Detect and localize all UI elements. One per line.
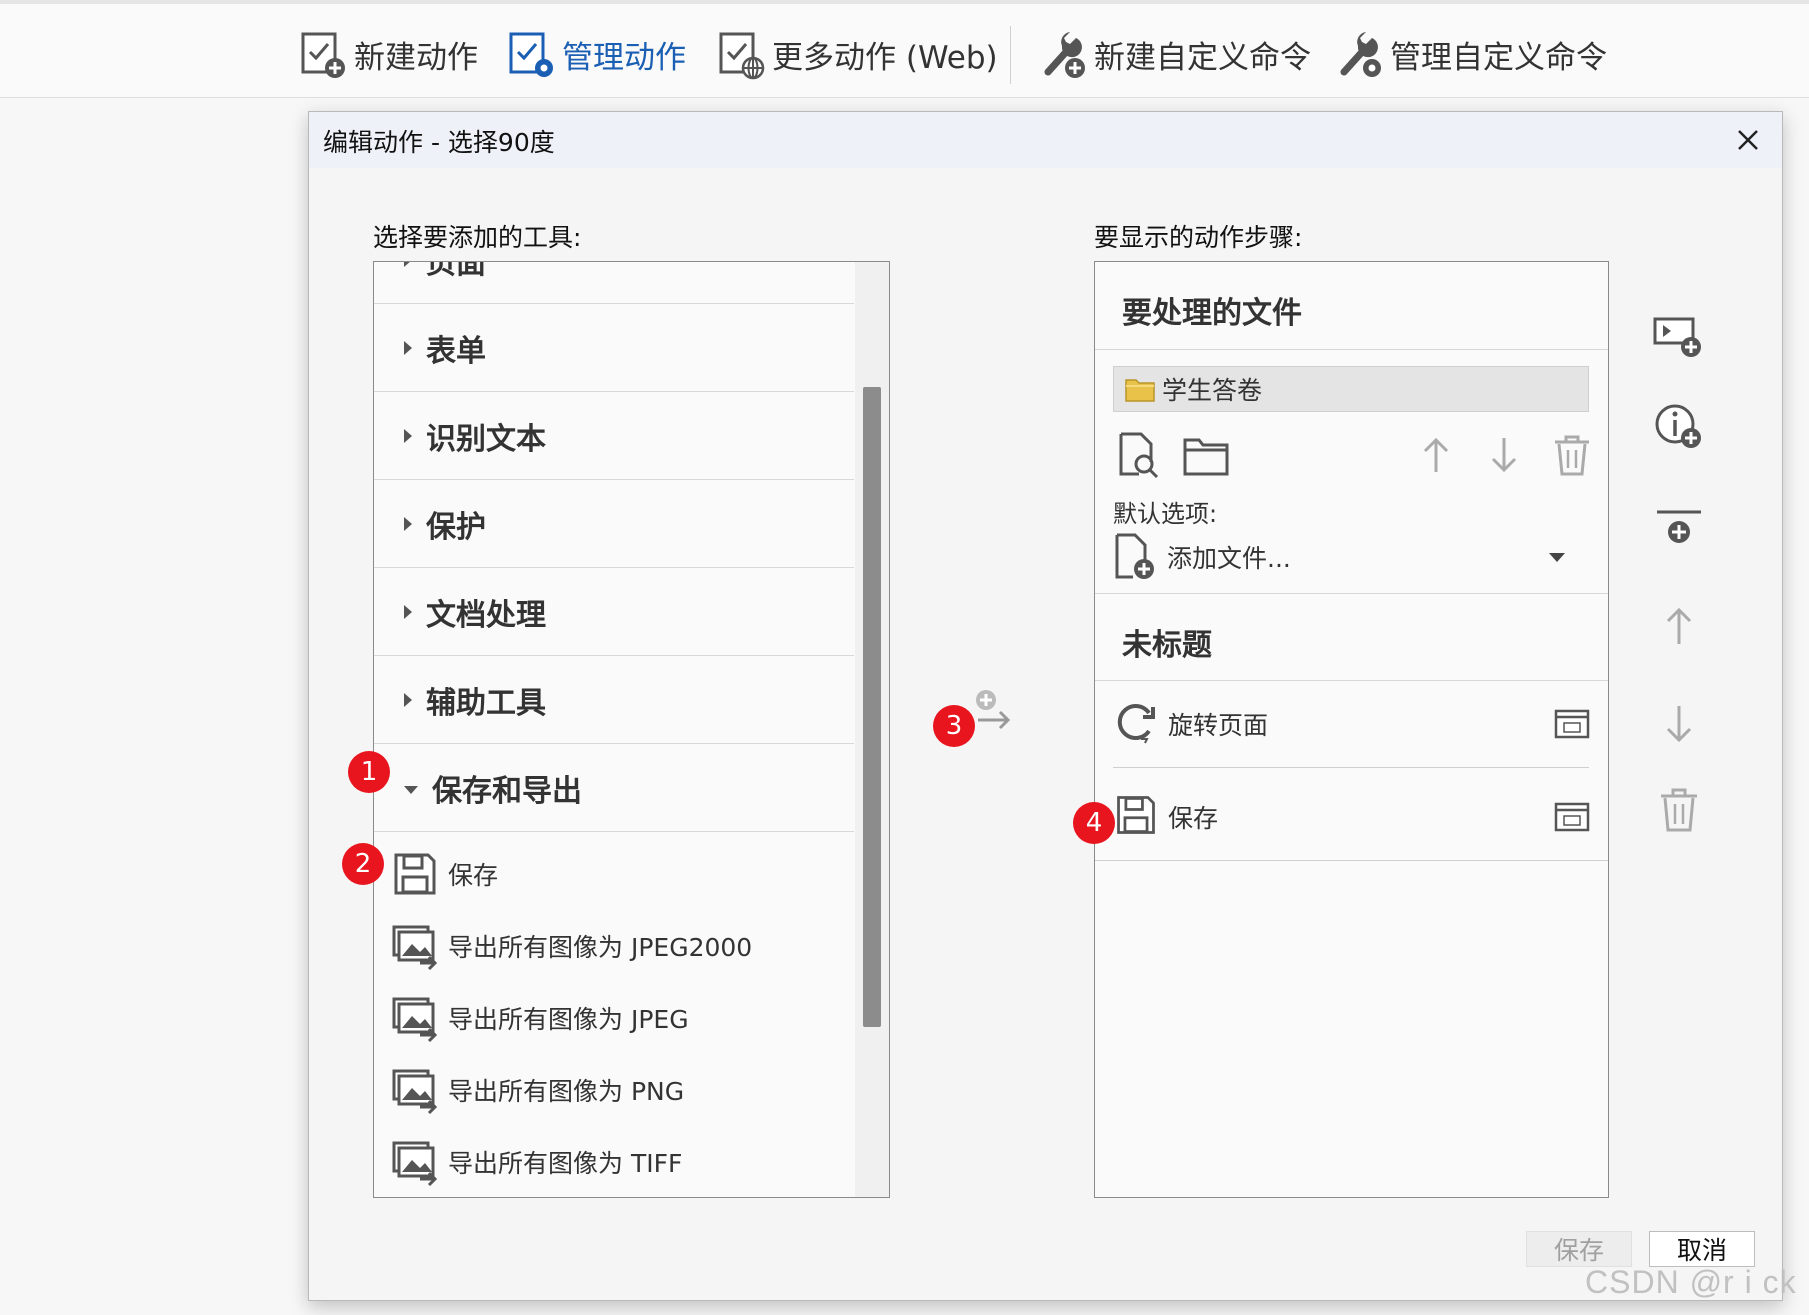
collapse-arrow-icon bbox=[404, 785, 418, 794]
annotation-badge-2: 2 bbox=[342, 843, 384, 885]
step-divider bbox=[1095, 860, 1608, 861]
dialog-ok-icon[interactable] bbox=[1554, 709, 1590, 739]
export-image-icon bbox=[392, 925, 438, 971]
annotation-badge-1: 1 bbox=[348, 751, 390, 793]
new-custom-command-button[interactable]: 新建自定义命令 bbox=[1040, 26, 1311, 82]
expand-arrow-icon bbox=[404, 428, 412, 443]
tool-export-png[interactable]: 导出所有图像为 PNG bbox=[390, 1060, 850, 1120]
tool-export-jpeg2000[interactable]: 导出所有图像为 JPEG2000 bbox=[390, 916, 850, 976]
add-panel-separator-button[interactable] bbox=[1651, 504, 1707, 560]
manage-custom-command-label: 管理自定义命令 bbox=[1390, 39, 1607, 76]
category-save-and-export[interactable]: 保存和导出 bbox=[374, 744, 854, 832]
step-save[interactable]: 保存 bbox=[1095, 774, 1608, 860]
tools-pane-label: 选择要添加的工具: bbox=[373, 223, 582, 252]
export-image-icon bbox=[392, 997, 438, 1043]
export-image-icon bbox=[392, 1141, 438, 1187]
folder-outline-icon bbox=[1183, 438, 1229, 476]
watermark: CSDN @r i ck bbox=[1585, 1264, 1797, 1300]
tool-export-jpeg[interactable]: 导出所有图像为 JPEG bbox=[390, 988, 850, 1048]
save-icon bbox=[1117, 796, 1155, 834]
new-custom-command-icon bbox=[1044, 32, 1085, 78]
add-file-icon bbox=[1115, 533, 1154, 579]
expand-arrow-icon bbox=[404, 516, 412, 531]
close-button[interactable] bbox=[1728, 120, 1768, 160]
action-steps-list: 要处理的文件 学生答卷 默认选项: 添加文件... 未标题 旋转页面 保存 bbox=[1094, 261, 1609, 1198]
close-icon bbox=[1738, 130, 1758, 150]
top-toolbar: 新建动作 管理动作 更多动作 (Web) 新建自定义命令 管理自定义命令 bbox=[0, 0, 1809, 98]
rotate-page-icon bbox=[1117, 704, 1155, 744]
arrow-down-icon bbox=[1491, 438, 1517, 473]
expand-arrow-icon bbox=[404, 692, 412, 707]
toolbar-separator bbox=[1010, 26, 1011, 84]
more-actions-web-icon bbox=[719, 32, 765, 80]
folder-icon bbox=[1125, 379, 1155, 402]
files-section-header: 要处理的文件 bbox=[1095, 262, 1608, 350]
move-step-up-button[interactable] bbox=[1651, 598, 1707, 654]
manage-custom-command-icon bbox=[1340, 32, 1381, 77]
arrow-up-icon bbox=[1423, 437, 1449, 472]
manage-actions-icon bbox=[509, 32, 553, 77]
annotation-badge-3: 3 bbox=[933, 705, 975, 747]
save-icon bbox=[394, 853, 436, 895]
manage-actions-button[interactable]: 管理动作 bbox=[508, 26, 686, 82]
annotation-badge-4: 4 bbox=[1073, 802, 1115, 844]
file-delete-button[interactable] bbox=[1547, 430, 1597, 480]
untitled-section-header: 未标题 bbox=[1095, 593, 1608, 681]
browse-file-button[interactable] bbox=[1113, 430, 1163, 480]
category-pages[interactable]: 页面 bbox=[374, 262, 854, 304]
move-step-down-button[interactable] bbox=[1651, 696, 1707, 752]
insert-instruction-step-button[interactable] bbox=[1651, 309, 1707, 365]
expand-arrow-icon bbox=[404, 262, 412, 267]
export-image-icon bbox=[392, 1069, 438, 1115]
dialog-ok-icon[interactable] bbox=[1554, 802, 1590, 832]
new-action-icon bbox=[301, 32, 345, 78]
insert-step-icon bbox=[1653, 317, 1701, 357]
untitled-section-title: 未标题 bbox=[1122, 628, 1212, 663]
folder-item[interactable]: 学生答卷 bbox=[1113, 366, 1589, 412]
manage-custom-command-button[interactable]: 管理自定义命令 bbox=[1336, 26, 1607, 82]
file-search-icon bbox=[1119, 432, 1159, 479]
category-accessibility[interactable]: 辅助工具 bbox=[374, 656, 854, 744]
new-action-button[interactable]: 新建动作 bbox=[300, 26, 478, 82]
default-options-label: 默认选项: bbox=[1113, 500, 1218, 528]
category-document-processing[interactable]: 文档处理 bbox=[374, 568, 854, 656]
expand-arrow-icon bbox=[404, 340, 412, 355]
expand-arrow-icon bbox=[404, 604, 412, 619]
tool-export-tiff[interactable]: 导出所有图像为 TIFF bbox=[390, 1132, 850, 1192]
category-protect[interactable]: 保护 bbox=[374, 480, 854, 568]
manage-actions-label: 管理动作 bbox=[562, 39, 686, 76]
steps-pane-label: 要显示的动作步骤: bbox=[1094, 223, 1303, 252]
trash-icon bbox=[1555, 435, 1589, 476]
file-move-up-button[interactable] bbox=[1411, 430, 1461, 480]
cancel-button[interactable]: 取消 bbox=[1649, 1231, 1755, 1267]
tool-save[interactable]: 保存 bbox=[390, 844, 850, 904]
delete-step-button[interactable] bbox=[1651, 782, 1707, 838]
arrow-up-icon bbox=[1666, 607, 1692, 644]
trash-icon bbox=[1661, 788, 1697, 832]
file-move-down-button[interactable] bbox=[1479, 430, 1529, 480]
tool-list[interactable]: 页面 表单 识别文本 保护 文档处理 辅助工具 保存和导出 保存 导出所有图像为… bbox=[373, 261, 890, 1198]
dialog-title-bar: 编辑动作 - 选择90度 bbox=[309, 112, 1782, 168]
more-actions-web-button[interactable]: 更多动作 (Web) bbox=[718, 26, 998, 82]
category-ocr[interactable]: 识别文本 bbox=[374, 392, 854, 480]
arrow-down-icon bbox=[1666, 706, 1692, 743]
tool-list-scrollbar[interactable] bbox=[855, 262, 889, 1197]
add-separator-icon bbox=[1657, 510, 1701, 543]
step-rotate-page[interactable]: 旋转页面 bbox=[1095, 681, 1608, 767]
category-forms[interactable]: 表单 bbox=[374, 304, 854, 392]
new-custom-command-label: 新建自定义命令 bbox=[1094, 39, 1311, 76]
new-action-label: 新建动作 bbox=[354, 39, 478, 76]
dialog-title: 编辑动作 - 选择90度 bbox=[323, 128, 555, 157]
edit-action-dialog: 编辑动作 - 选择90度 选择要添加的工具: 要显示的动作步骤: 页面 表单 识… bbox=[308, 111, 1783, 1301]
scroll-thumb[interactable] bbox=[863, 387, 881, 1027]
chevron-down-icon bbox=[1549, 552, 1565, 562]
more-actions-web-label: 更多动作 (Web) bbox=[772, 39, 998, 76]
step-divider bbox=[1113, 767, 1589, 768]
add-file-dropdown[interactable]: 添加文件... bbox=[1113, 532, 1583, 582]
info-add-icon bbox=[1655, 404, 1701, 448]
browse-folder-button[interactable] bbox=[1181, 430, 1231, 480]
files-section-title: 要处理的文件 bbox=[1122, 296, 1302, 331]
save-button[interactable]: 保存 bbox=[1526, 1231, 1632, 1267]
add-info-step-button[interactable] bbox=[1651, 400, 1707, 456]
